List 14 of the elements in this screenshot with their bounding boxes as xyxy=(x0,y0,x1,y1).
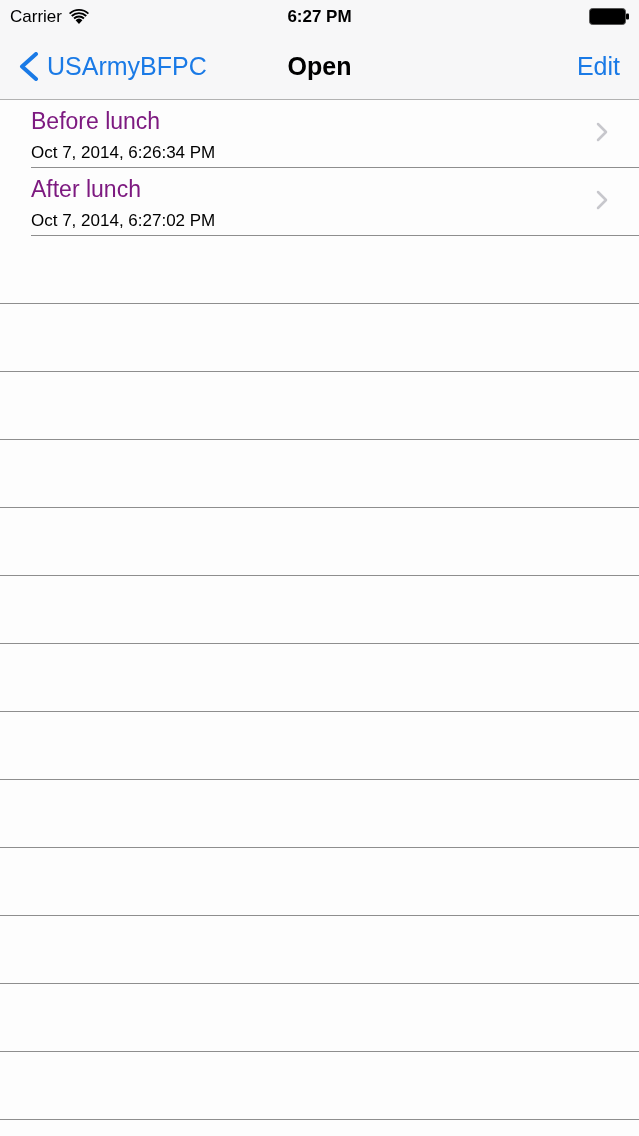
edit-button[interactable]: Edit xyxy=(572,33,639,99)
status-time: 6:27 PM xyxy=(287,8,352,25)
back-button[interactable]: USArmyBFPC xyxy=(0,33,211,99)
carrier-label: Carrier xyxy=(10,8,62,25)
chevron-right-icon xyxy=(596,121,608,142)
row-date: Oct 7, 2014, 6:26:34 PM xyxy=(31,143,216,163)
chevron-right-icon xyxy=(596,189,608,210)
battery-icon xyxy=(589,8,629,25)
row-date: Oct 7, 2014, 6:27:02 PM xyxy=(31,211,216,231)
row-title: After lunch xyxy=(31,176,141,202)
nav-title: Open xyxy=(287,53,352,79)
wifi-icon xyxy=(68,9,89,24)
chevron-left-icon xyxy=(18,51,39,81)
row-title: Before lunch xyxy=(31,108,161,134)
